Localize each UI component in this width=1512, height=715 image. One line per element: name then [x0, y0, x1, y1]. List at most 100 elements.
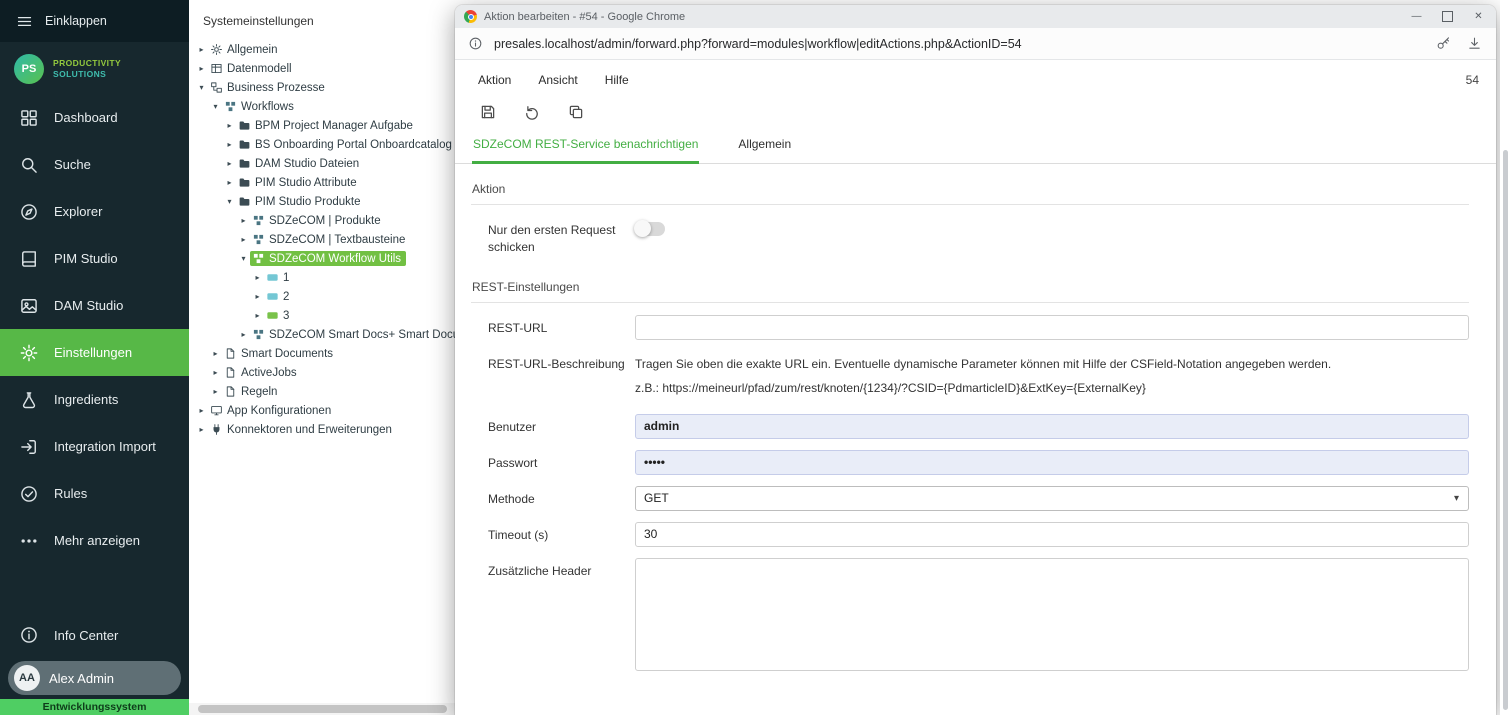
tab-sdzecom-rest-service-benachrichtigen[interactable]: SDZeCOM REST-Service benachrichtigen: [472, 135, 699, 164]
tree-item-label: 1: [283, 272, 289, 284]
zus-tzliche-header-textarea[interactable]: [635, 558, 1469, 671]
sidebar-collapse-button[interactable]: Einklappen: [0, 0, 189, 42]
undo-button[interactable]: [523, 103, 541, 121]
toggle-nur-den-ersten-request-schicken[interactable]: [635, 222, 665, 236]
chevron-right-icon[interactable]: ▸: [209, 368, 222, 377]
window-titlebar[interactable]: Aktion bearbeiten - #54 - Google Chrome …: [455, 5, 1496, 28]
tree-item-2[interactable]: ▸2: [189, 287, 455, 306]
chevron-right-icon[interactable]: ▸: [209, 349, 222, 358]
minimize-button[interactable]: —: [1401, 5, 1432, 28]
tree-item-pim-studio-attribute[interactable]: ▸PIM Studio Attribute: [189, 173, 455, 192]
tree-item-business-prozesse[interactable]: ▾Business Prozesse: [189, 78, 455, 97]
close-button[interactable]: ✕: [1463, 5, 1494, 28]
chevron-right-icon[interactable]: ▸: [251, 292, 264, 301]
info-icon: [19, 625, 39, 645]
field-label: Passwort: [471, 450, 635, 475]
tree-item-sdzecom-textbausteine[interactable]: ▸SDZeCOM | Textbausteine: [189, 230, 455, 249]
rest-url-input[interactable]: [635, 315, 1469, 340]
chevron-right-icon[interactable]: ▸: [237, 235, 250, 244]
tree-item-smart-documents[interactable]: ▸Smart Documents: [189, 344, 455, 363]
sidebar-item-explorer[interactable]: Explorer: [0, 188, 189, 235]
sidebar-item-pim-studio[interactable]: PIM Studio: [0, 235, 189, 282]
download-icon[interactable]: [1467, 36, 1482, 51]
chevron-right-icon[interactable]: ▸: [223, 140, 236, 149]
sidebar-item-suche[interactable]: Suche: [0, 141, 189, 188]
scrollbar-thumb[interactable]: [1503, 150, 1508, 710]
chevron-right-icon[interactable]: ▸: [195, 45, 208, 54]
tree-item-sdzecom-workflow-utils[interactable]: ▾SDZeCOM Workflow Utils: [189, 249, 455, 268]
chevron-down-icon[interactable]: ▾: [195, 83, 208, 92]
tree-item-datenmodell[interactable]: ▸Datenmodell: [189, 59, 455, 78]
tree-item-workflows[interactable]: ▾ Workflows: [189, 97, 455, 116]
sidebar-item-rules[interactable]: Rules: [0, 470, 189, 517]
node-green-icon: [266, 309, 279, 322]
menu-items: Aktion Ansicht Hilfe: [478, 73, 629, 87]
page-scrollbar-vertical[interactable]: [1500, 0, 1512, 715]
tree-item-konnektoren-und-erweiterungen[interactable]: ▸Konnektoren und Erweiterungen: [189, 420, 455, 439]
password-key-icon[interactable]: [1436, 36, 1451, 51]
save-button[interactable]: [479, 103, 497, 121]
field-label: Timeout (s): [471, 522, 635, 547]
sidebar-item-einstellungen[interactable]: Einstellungen: [0, 329, 189, 376]
menu-hilfe[interactable]: Hilfe: [605, 73, 629, 87]
tree-item-bs-onboarding-portal-onboardcatalog[interactable]: ▸BS Onboarding Portal Onboardcatalog: [189, 135, 455, 154]
sidebar-item-dashboard[interactable]: Dashboard: [0, 94, 189, 141]
more-icon: [19, 531, 39, 551]
copy-button[interactable]: [567, 103, 585, 121]
chevron-right-icon[interactable]: ▸: [237, 216, 250, 225]
chevron-right-icon[interactable]: ▸: [251, 273, 264, 282]
tree-item-allgemein[interactable]: ▸Allgemein: [189, 40, 455, 59]
chevron-right-icon[interactable]: ▸: [223, 121, 236, 130]
sidebar-item-ingredients[interactable]: Ingredients: [0, 376, 189, 423]
chevron-right-icon[interactable]: ▸: [223, 159, 236, 168]
menu-aktion[interactable]: Aktion: [478, 73, 511, 87]
chevron-right-icon[interactable]: ▸: [195, 64, 208, 73]
chevron-down-icon[interactable]: ▾: [237, 254, 250, 263]
tree-item-bpm-project-manager-aufgabe[interactable]: ▸BPM Project Manager Aufgabe: [189, 116, 455, 135]
tree: ▸Allgemein▸Datenmodell▾Business Prozesse…: [189, 40, 455, 439]
tree-item-dam-studio-dateien[interactable]: ▸DAM Studio Dateien: [189, 154, 455, 173]
benutzer-input[interactable]: [635, 414, 1469, 439]
tree-item-activejobs[interactable]: ▸ActiveJobs: [189, 363, 455, 382]
tree-item-sdzecom-produkte[interactable]: ▸SDZeCOM | Produkte: [189, 211, 455, 230]
maximize-button[interactable]: [1432, 5, 1463, 28]
chevron-down-icon[interactable]: ▾: [209, 102, 222, 111]
chevron-right-icon[interactable]: ▸: [251, 311, 264, 320]
chevron-right-icon[interactable]: ▸: [209, 387, 222, 396]
tree-item-3[interactable]: ▸3: [189, 306, 455, 325]
sidebar-item-dam-studio[interactable]: DAM Studio: [0, 282, 189, 329]
user-menu[interactable]: AA Alex Admin: [8, 661, 181, 695]
timeout-s-input[interactable]: [635, 522, 1469, 547]
gear-icon: [19, 343, 39, 363]
section-title-rest-einstellungen: REST-Einstellungen: [471, 276, 1469, 303]
chevron-right-icon[interactable]: ▸: [237, 330, 250, 339]
form-row-methode: MethodeGET▾: [471, 486, 1469, 511]
sidebar-item-mehr-anzeigen[interactable]: Mehr anzeigen: [0, 517, 189, 564]
sidebar-item-integration-import[interactable]: Integration Import: [0, 423, 189, 470]
node-teal-icon: [266, 271, 279, 284]
sidebar-item-label: Ingredients: [54, 392, 118, 407]
toggle-knob: [634, 220, 651, 237]
methode-select[interactable]: GET▾: [635, 486, 1469, 511]
tree-item-label: Workflows: [241, 101, 294, 113]
tree-item-pim-studio-produkte[interactable]: ▾PIM Studio Produkte: [189, 192, 455, 211]
workflow-icon: [252, 233, 265, 246]
horizontal-scrollbar[interactable]: [189, 703, 455, 715]
url-text[interactable]: presales.localhost/admin/forward.php?for…: [494, 37, 1022, 51]
sidebar-item-label: Rules: [54, 486, 87, 501]
chevron-right-icon[interactable]: ▸: [195, 425, 208, 434]
passwort-input[interactable]: [635, 450, 1469, 475]
chevron-down-icon[interactable]: ▾: [223, 197, 236, 206]
tree-item-regeln[interactable]: ▸Regeln: [189, 382, 455, 401]
chevron-right-icon[interactable]: ▸: [223, 178, 236, 187]
tab-allgemein[interactable]: Allgemein: [737, 135, 792, 163]
sidebar-item-info-center[interactable]: Info Center: [0, 613, 189, 657]
tree-item-sdzecom-smart-docs-smart-documents[interactable]: ▸SDZeCOM Smart Docs+ Smart Documents: [189, 325, 455, 344]
page-info-icon[interactable]: [468, 36, 483, 51]
tab-bar: SDZeCOM REST-Service benachrichtigen Allg…: [455, 123, 1496, 164]
tree-item-app-konfigurationen[interactable]: ▸App Konfigurationen: [189, 401, 455, 420]
tree-item-1[interactable]: ▸1: [189, 268, 455, 287]
scrollbar-thumb[interactable]: [198, 705, 447, 713]
chevron-right-icon[interactable]: ▸: [195, 406, 208, 415]
menu-ansicht[interactable]: Ansicht: [538, 73, 577, 87]
